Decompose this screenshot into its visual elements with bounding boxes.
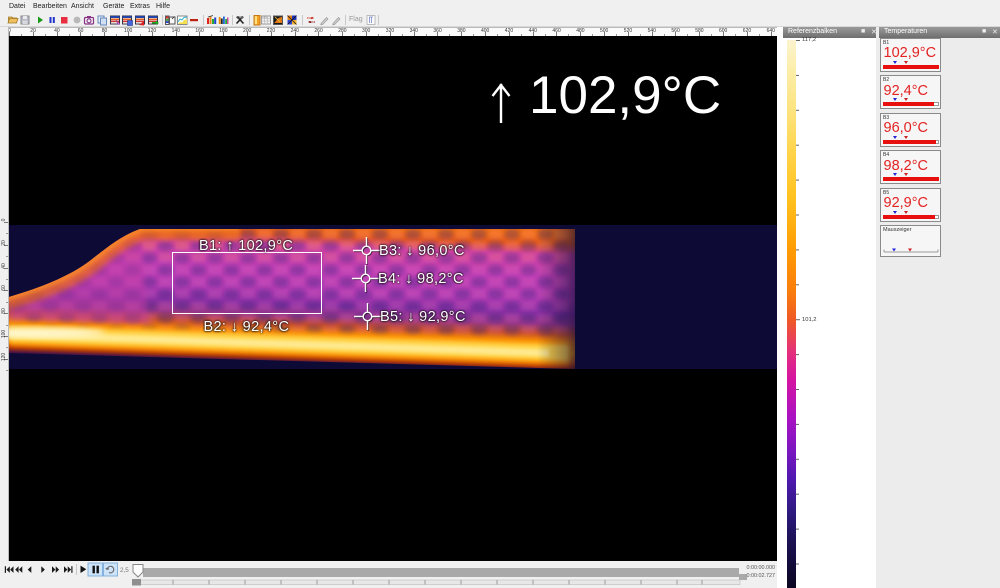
svg-text:0:00:00.000: 0:00:00.000: [747, 565, 775, 571]
svg-text:CSV: CSV: [262, 16, 267, 19]
svg-text:2,5: 2,5: [120, 567, 129, 574]
svg-text:0:00:02.727: 0:00:02.727: [747, 573, 775, 579]
